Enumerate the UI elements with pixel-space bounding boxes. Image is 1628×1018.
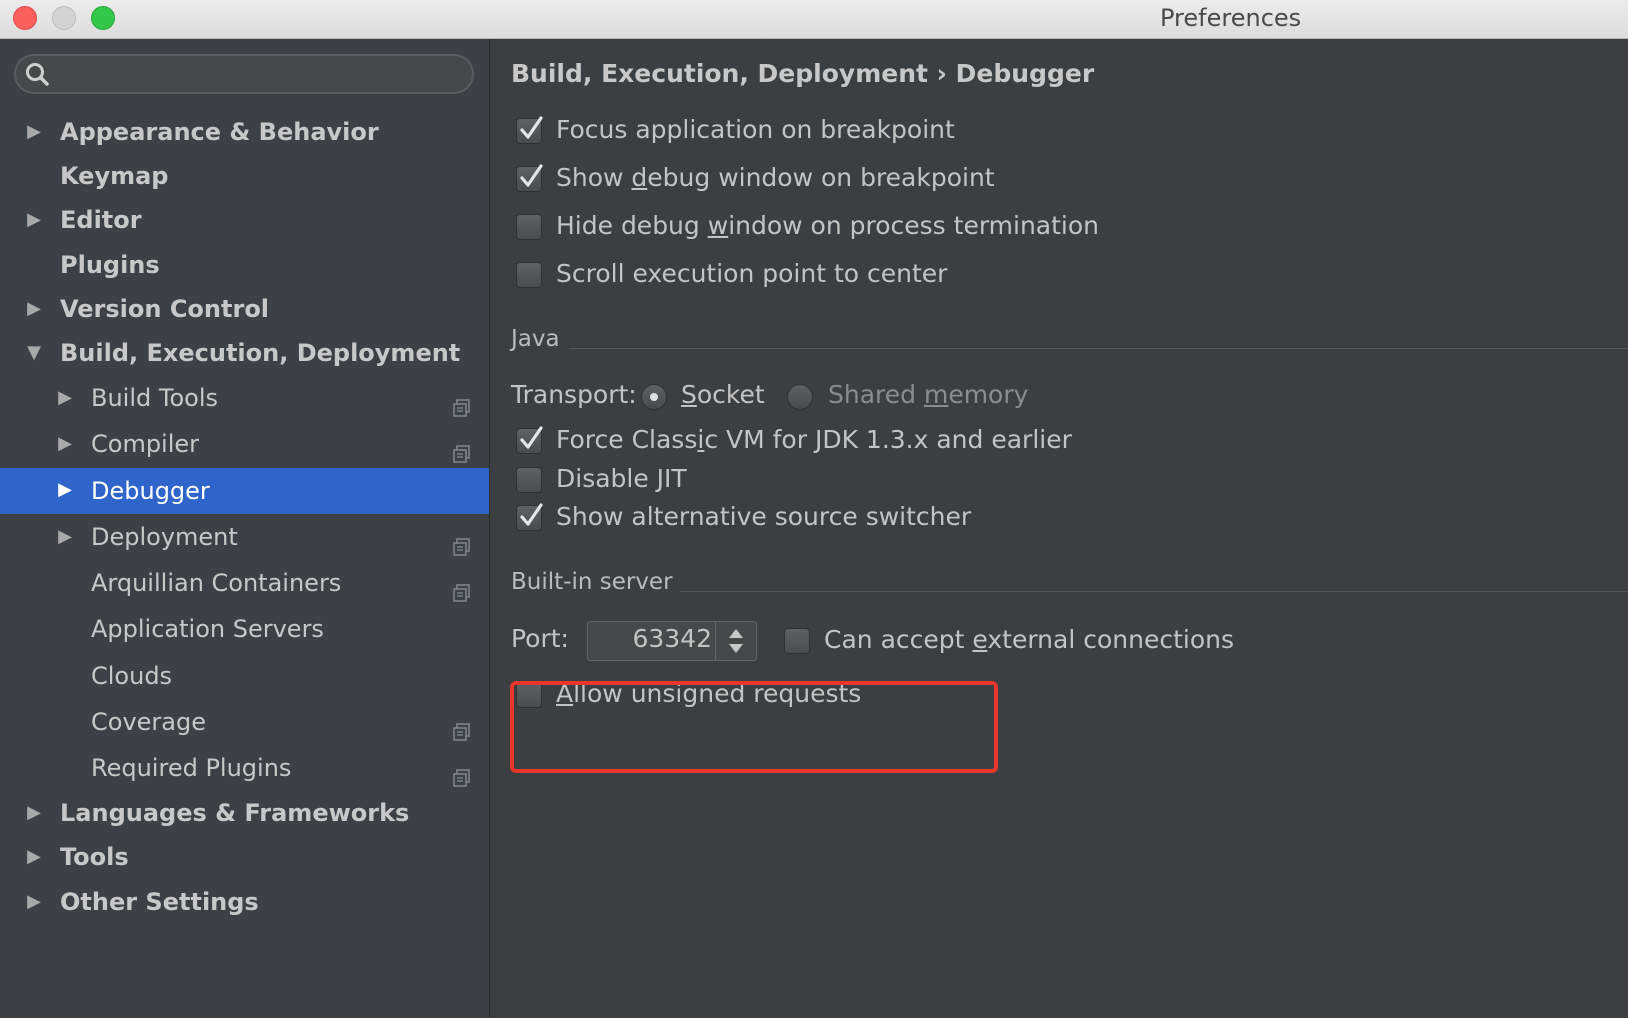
port-label: Port:	[511, 624, 569, 653]
collapsed-arrow-icon[interactable]: ▶	[55, 468, 75, 512]
sidebar-item-label: Build, Execution, Deployment	[60, 339, 461, 367]
sidebar-item-label: Languages & Frameworks	[60, 799, 410, 827]
scroll-center-checkbox[interactable]	[516, 262, 542, 288]
sidebar-item-debugger[interactable]: ▶ Debugger	[0, 468, 489, 514]
sidebar-item-other-settings[interactable]: ▶ Other Settings	[0, 880, 489, 924]
sidebar-item-label: Plugins	[60, 251, 160, 279]
checkmark-icon	[520, 116, 543, 139]
search-input[interactable]	[56, 60, 460, 90]
expanded-arrow-icon[interactable]: ▼	[24, 331, 44, 375]
show-debug-window-label: Show debug window on breakpoint	[556, 163, 995, 192]
sidebar-item-label: Appearance & Behavior	[60, 118, 379, 146]
collapsed-arrow-icon[interactable]: ▶	[55, 515, 75, 559]
sidebar-item-languages-and-frameworks[interactable]: ▶ Languages & Frameworks	[0, 791, 489, 835]
minimize-window-button[interactable]	[52, 6, 76, 30]
sidebar-item-label: Required Plugins	[91, 754, 292, 782]
checkmark-icon	[520, 164, 543, 187]
sidebar-item-compiler[interactable]: ▶ Compiler	[0, 422, 489, 466]
sidebar-item-label: Keymap	[60, 162, 169, 190]
sidebar-item-label: Deployment	[91, 523, 238, 551]
socket-radio[interactable]	[641, 384, 667, 410]
search-icon	[25, 62, 51, 92]
sidebar-item-plugins[interactable]: Plugins	[0, 243, 489, 287]
focus-app-label: Focus application on breakpoint	[556, 115, 955, 144]
close-window-button[interactable]	[13, 6, 37, 30]
sidebar-item-label: Debugger	[91, 477, 210, 505]
sidebar-item-tools[interactable]: ▶ Tools	[0, 835, 489, 879]
sidebar-item-label: Compiler	[91, 430, 200, 458]
sidebar-item-label: Clouds	[91, 662, 173, 690]
sidebar-item-label: Application Servers	[91, 615, 324, 643]
shared-memory-label[interactable]: Shared memory	[828, 380, 1028, 409]
search-box[interactable]	[14, 54, 474, 94]
highlight-annotation	[510, 681, 998, 773]
shared-memory-radio[interactable]	[787, 384, 813, 410]
sidebar-item-label: Other Settings	[60, 888, 259, 916]
hide-debug-window-checkbox[interactable]	[516, 214, 542, 240]
sidebar-item-version-control[interactable]: ▶ Version Control	[0, 287, 489, 331]
title-bar: Preferences	[0, 0, 1628, 39]
spinner-arrows-icon[interactable]	[716, 622, 756, 660]
java-section-title: Java	[511, 326, 560, 352]
sidebar-item-build-tools[interactable]: ▶ Build Tools	[0, 376, 489, 420]
built-in-server-section-title: Built-in server	[511, 569, 673, 595]
sidebar-item-coverage[interactable]: Coverage	[0, 700, 489, 744]
port-value[interactable]: 63342	[632, 624, 712, 653]
focus-app-checkbox[interactable]	[516, 116, 543, 144]
radio-selected-dot	[650, 393, 658, 401]
alt-source-switcher-label: Show alternative source switcher	[556, 502, 972, 531]
sidebar-item-label: Editor	[60, 206, 142, 234]
force-classic-vm-label: Force Classic VM for JDK 1.3.x and earli…	[556, 425, 1072, 454]
java-section-divider	[569, 348, 1628, 349]
debugger-settings-panel: Build, Execution, Deployment › Debugger …	[490, 39, 1628, 1018]
collapsed-arrow-icon[interactable]: ▶	[24, 198, 44, 242]
built-in-server-section-divider	[680, 591, 1628, 592]
sidebar-item-appearance-and-behavior[interactable]: ▶ Appearance & Behavior	[0, 110, 489, 154]
sidebar-item-clouds[interactable]: Clouds	[0, 654, 489, 698]
scroll-center-label: Scroll execution point to center	[556, 259, 948, 288]
sidebar-item-label: Version Control	[60, 295, 270, 323]
collapsed-arrow-icon[interactable]: ▶	[24, 287, 44, 331]
disable-jit-checkbox[interactable]	[516, 467, 542, 493]
sidebar-item-editor[interactable]: ▶ Editor	[0, 198, 489, 242]
page-title: Build, Execution, Deployment › Debugger	[511, 59, 1095, 88]
checkmark-icon	[520, 503, 543, 526]
sidebar-item-arquillian-containers[interactable]: Arquillian Containers	[0, 561, 489, 605]
socket-label[interactable]: Socket	[681, 380, 765, 409]
collapsed-arrow-icon[interactable]: ▶	[24, 110, 44, 154]
collapsed-arrow-icon[interactable]: ▶	[55, 422, 75, 466]
sidebar-item-application-servers[interactable]: Application Servers	[0, 607, 489, 651]
sidebar-item-deployment[interactable]: ▶ Deployment	[0, 515, 489, 559]
sidebar-item-required-plugins[interactable]: Required Plugins	[0, 746, 489, 790]
sidebar-item-label: Tools	[60, 843, 129, 871]
sidebar-item-label: Build Tools	[91, 384, 218, 412]
collapsed-arrow-icon[interactable]: ▶	[55, 376, 75, 420]
window-title: Preferences	[1160, 4, 1302, 32]
disable-jit-label: Disable JIT	[556, 464, 687, 493]
transport-label: Transport:	[511, 380, 637, 409]
sidebar-item-build-execution-deployment[interactable]: ▼ Build, Execution, Deployment	[0, 331, 489, 375]
alt-source-switcher-checkbox[interactable]	[516, 503, 543, 531]
checkmark-icon	[520, 426, 543, 449]
sidebar-item-label: Coverage	[91, 708, 206, 736]
external-connections-label: Can accept external connections	[824, 625, 1234, 654]
force-classic-vm-checkbox[interactable]	[516, 426, 543, 454]
settings-sidebar: ▶ Appearance & Behavior Keymap ▶ Editor Plugi…	[0, 39, 490, 1018]
collapsed-arrow-icon[interactable]: ▶	[24, 791, 44, 835]
zoom-window-button[interactable]	[91, 6, 115, 30]
port-stepper[interactable]: 63342	[587, 621, 757, 661]
sidebar-item-keymap[interactable]: Keymap	[0, 154, 489, 198]
collapsed-arrow-icon[interactable]: ▶	[24, 835, 44, 879]
collapsed-arrow-icon[interactable]: ▶	[24, 880, 44, 924]
port-spinner[interactable]	[715, 622, 756, 660]
hide-debug-window-label: Hide debug window on process termination	[556, 211, 1100, 240]
show-debug-window-checkbox[interactable]	[516, 164, 543, 192]
sidebar-item-label: Arquillian Containers	[91, 569, 342, 597]
external-connections-checkbox[interactable]	[784, 628, 810, 654]
